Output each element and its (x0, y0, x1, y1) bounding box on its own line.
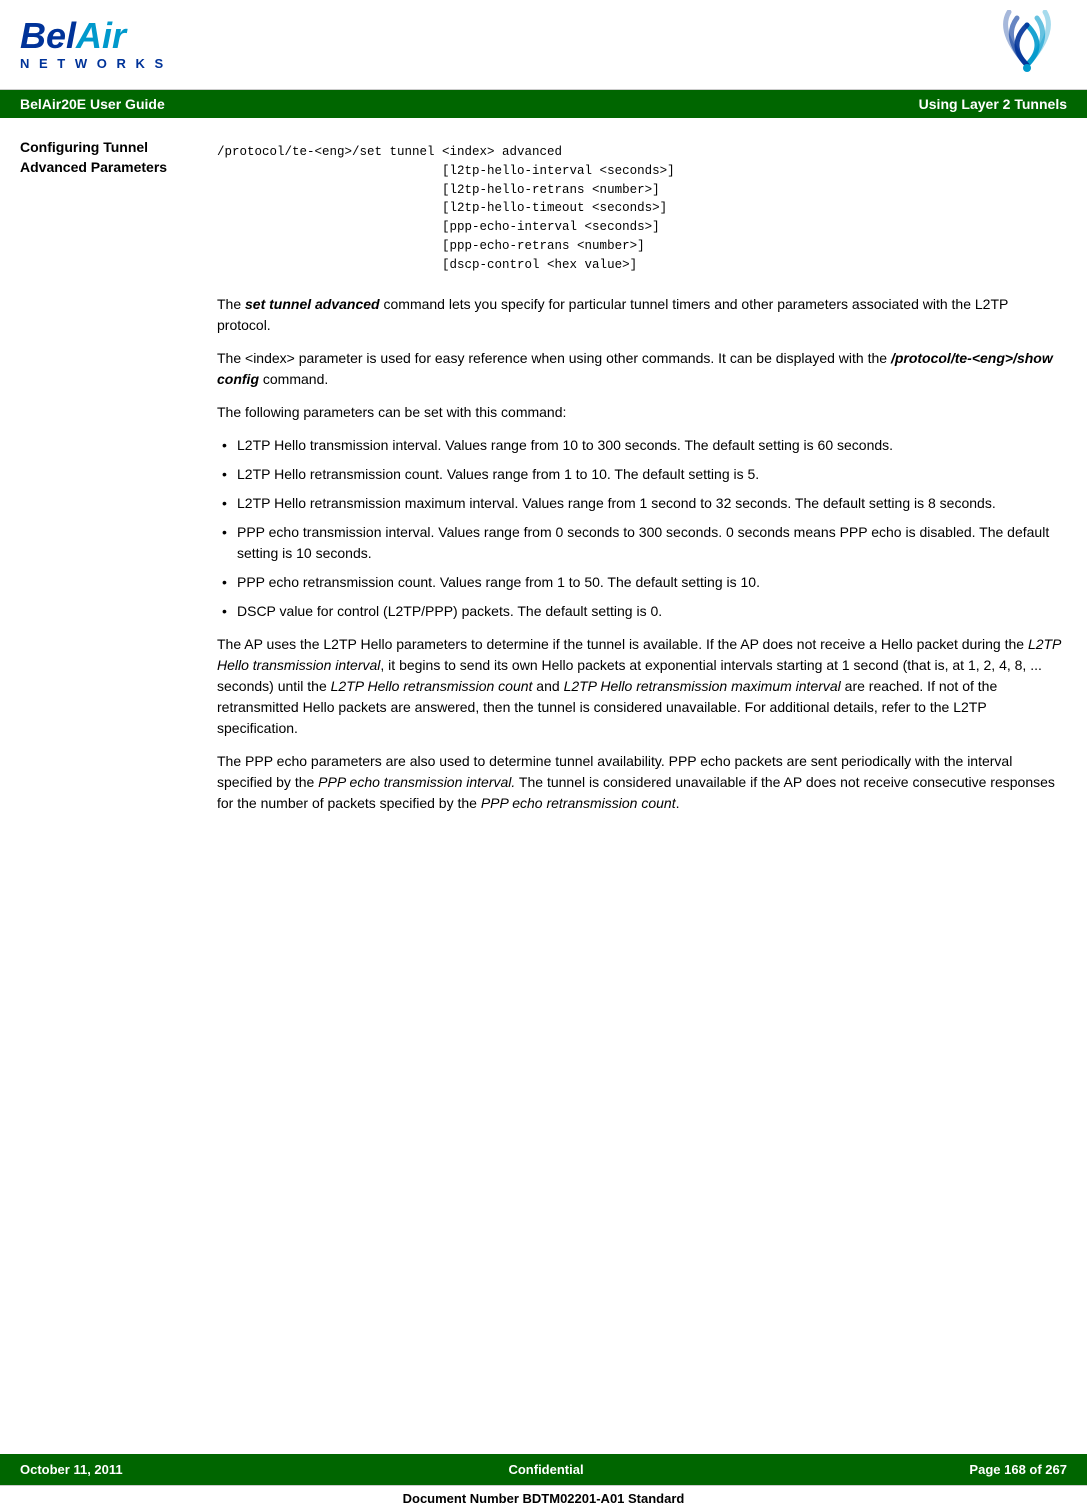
list-item: L2TP Hello retransmission maximum interv… (217, 493, 1062, 514)
paragraph-5: The PPP echo parameters are also used to… (217, 751, 1062, 814)
list-item: DSCP value for control (L2TP/PPP) packet… (217, 601, 1062, 622)
logo-area: BelAir N E T W O R K S (20, 18, 166, 71)
paragraph-3: The following parameters can be set with… (217, 402, 1062, 423)
list-item: PPP echo retransmission count. Values ra… (217, 572, 1062, 593)
belair-logo: BelAir (20, 18, 166, 54)
footer-confidential: Confidential (508, 1462, 583, 1477)
list-item: L2TP Hello transmission interval. Values… (217, 435, 1062, 456)
nav-bar: BelAir20E User Guide Using Layer 2 Tunne… (0, 90, 1087, 118)
logo-air: Air (76, 15, 126, 56)
left-sidebar: Configuring Tunnel Advanced Parameters (0, 118, 192, 846)
footer-date: October 11, 2011 (20, 1462, 123, 1477)
code-block: /protocol/te-<eng>/set tunnel <index> ad… (217, 138, 1062, 279)
logo-bel: Bel (20, 15, 76, 56)
section-title: Configuring Tunnel Advanced Parameters (20, 138, 182, 177)
list-item: L2TP Hello retransmission count. Values … (217, 464, 1062, 485)
main-content: Configuring Tunnel Advanced Parameters /… (0, 118, 1087, 846)
logo-networks: N E T W O R K S (20, 56, 166, 71)
footer-page: Page 168 of 267 (969, 1462, 1067, 1477)
paragraph-4: The AP uses the L2TP Hello parameters to… (217, 634, 1062, 739)
paragraph-1: The set tunnel advanced command lets you… (217, 294, 1062, 336)
footer-doc: Document Number BDTM02201-A01 Standard (0, 1485, 1087, 1511)
page-header: BelAir N E T W O R K S (0, 0, 1087, 90)
footer-bar: October 11, 2011 Confidential Page 168 o… (0, 1454, 1087, 1485)
list-item: PPP echo transmission interval. Values r… (217, 522, 1062, 564)
paragraph-2: The <index> parameter is used for easy r… (217, 348, 1062, 390)
right-content: /protocol/te-<eng>/set tunnel <index> ad… (192, 118, 1087, 846)
nav-title-right: Using Layer 2 Tunnels (919, 96, 1067, 112)
brand-icon (987, 10, 1067, 80)
nav-title-left: BelAir20E User Guide (20, 96, 165, 112)
bullet-list: L2TP Hello transmission interval. Values… (217, 435, 1062, 622)
